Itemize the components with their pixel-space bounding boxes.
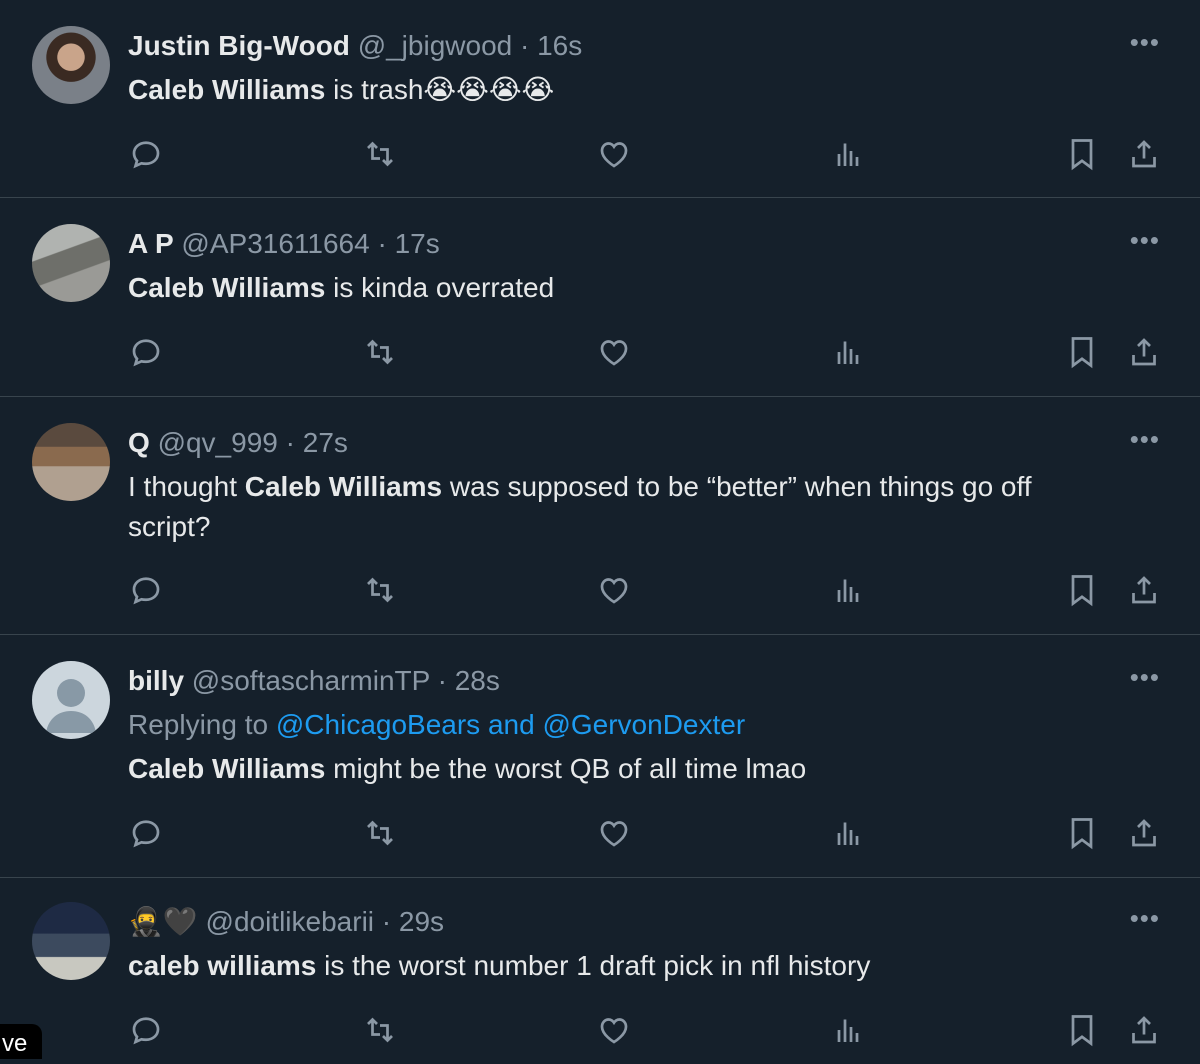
display-name[interactable]: A P [128, 228, 174, 259]
handle[interactable]: @_jbigwood [358, 30, 513, 61]
action-bar [0, 334, 1200, 374]
timestamp[interactable]: 27s [303, 427, 348, 458]
crying-emoji: 😭😭😭😭 [423, 74, 555, 105]
tweet-text-body: might be the worst QB of all time lmao [325, 753, 807, 784]
separator: · [377, 228, 387, 259]
reply-icon[interactable] [128, 572, 164, 608]
tweet-text-prefix: I thought [128, 471, 245, 502]
tweet-text: Caleb Williams might be the worst QB of … [128, 749, 1120, 789]
share-icon[interactable] [1126, 1012, 1162, 1048]
like-icon[interactable] [596, 334, 632, 370]
tweet-text: I thought Caleb Williams was supposed to… [128, 467, 1120, 547]
timestamp[interactable]: 28s [455, 665, 500, 696]
highlight-term: Caleb Williams [128, 272, 326, 303]
share-icon[interactable] [1126, 136, 1162, 172]
action-bar [0, 136, 1200, 176]
views-icon[interactable] [830, 1012, 866, 1048]
display-name[interactable]: billy [128, 665, 184, 696]
display-name[interactable]: 🥷🖤 [128, 906, 198, 937]
tweet[interactable]: Justin Big-Wood @_jbigwood · 16s Caleb W… [0, 0, 1200, 198]
views-icon[interactable] [830, 815, 866, 851]
reply-icon[interactable] [128, 334, 164, 370]
retweet-icon[interactable] [362, 1012, 398, 1048]
highlight-term: Caleb Williams [128, 753, 326, 784]
separator: · [437, 665, 447, 696]
timestamp[interactable]: 16s [537, 30, 582, 61]
tweet[interactable]: A P @AP31611664 · 17s Caleb Williams is … [0, 198, 1200, 397]
separator: · [285, 427, 295, 458]
tweet[interactable]: 🥷🖤 @doitlikebarii · 29s caleb williams i… [0, 878, 1200, 1059]
views-icon[interactable] [830, 136, 866, 172]
bookmark-icon[interactable] [1064, 815, 1100, 851]
tweet-header: 🥷🖤 @doitlikebarii · 29s [128, 902, 1120, 942]
action-bar [0, 815, 1200, 855]
tweet-text-body: is the worst number 1 draft pick in nfl … [316, 950, 871, 981]
share-icon[interactable] [1126, 815, 1162, 851]
tweet-text-body: is kinda overrated [325, 272, 555, 303]
avatar[interactable] [32, 224, 110, 302]
person-silhouette-icon [46, 679, 96, 733]
bookmark-icon[interactable] [1064, 136, 1100, 172]
like-icon[interactable] [596, 136, 632, 172]
tweet-header: Justin Big-Wood @_jbigwood · 16s [128, 26, 1120, 66]
views-icon[interactable] [830, 572, 866, 608]
more-options-button[interactable]: ••• [1130, 227, 1160, 253]
more-options-button[interactable]: ••• [1130, 426, 1160, 452]
replying-to-label: Replying to [128, 709, 276, 740]
retweet-icon[interactable] [362, 136, 398, 172]
tweet-text: Caleb Williams is kinda overrated [128, 268, 1120, 308]
views-icon[interactable] [830, 334, 866, 370]
display-name[interactable]: Justin Big-Wood [128, 30, 350, 61]
default-avatar[interactable] [32, 661, 110, 739]
handle[interactable]: @softascharminTP [192, 665, 430, 696]
separator: · [381, 906, 392, 937]
tweet-text: Caleb Williams is trash😭😭😭😭 [128, 70, 1120, 110]
more-options-button[interactable]: ••• [1130, 29, 1160, 55]
retweet-icon[interactable] [362, 334, 398, 370]
share-icon[interactable] [1126, 572, 1162, 608]
action-bar [0, 572, 1200, 612]
tweet-header: A P @AP31611664 · 17s [128, 224, 1120, 264]
highlight-term: Caleb Williams [244, 471, 443, 502]
reply-icon[interactable] [128, 815, 164, 851]
separator: · [520, 30, 530, 61]
highlight-term: caleb williams [128, 950, 317, 981]
bookmark-icon[interactable] [1064, 1012, 1100, 1048]
replying-to: Replying to @ChicagoBears and @GervonDex… [128, 705, 1120, 745]
tweet-text: caleb williams is the worst number 1 dra… [128, 946, 1120, 986]
more-options-button[interactable]: ••• [1130, 664, 1160, 690]
avatar[interactable] [32, 423, 110, 501]
corner-badge[interactable]: ve [0, 1024, 42, 1059]
timestamp[interactable]: 29s [399, 906, 444, 937]
avatar[interactable] [32, 902, 110, 980]
reply-icon[interactable] [128, 1012, 164, 1048]
like-icon[interactable] [596, 572, 632, 608]
share-icon[interactable] [1126, 334, 1162, 370]
handle[interactable]: @qv_999 [158, 427, 278, 458]
avatar[interactable] [32, 26, 110, 104]
like-icon[interactable] [596, 1012, 632, 1048]
like-icon[interactable] [596, 815, 632, 851]
tweet-header: billy @softascharminTP · 28s [128, 661, 1120, 701]
bookmark-icon[interactable] [1064, 334, 1100, 370]
display-name[interactable]: Q [128, 427, 150, 458]
action-bar [0, 1012, 1200, 1052]
highlight-term: Caleb Williams [128, 74, 326, 105]
handle[interactable]: @AP31611664 [181, 228, 369, 259]
handle[interactable]: @doitlikebarii [206, 906, 375, 937]
timestamp[interactable]: 17s [395, 228, 440, 259]
bookmark-icon[interactable] [1064, 572, 1100, 608]
retweet-icon[interactable] [362, 572, 398, 608]
tweet-text-body: is trash [325, 74, 424, 105]
retweet-icon[interactable] [362, 815, 398, 851]
more-options-button[interactable]: ••• [1130, 905, 1160, 931]
tweet[interactable]: Q @qv_999 · 27s I thought Caleb Williams… [0, 397, 1200, 635]
tweet[interactable]: billy @softascharminTP · 28s Replying to… [0, 635, 1200, 878]
reply-icon[interactable] [128, 136, 164, 172]
tweet-header: Q @qv_999 · 27s [128, 423, 1120, 463]
replying-to-links[interactable]: @ChicagoBears and @GervonDexter [276, 709, 745, 740]
